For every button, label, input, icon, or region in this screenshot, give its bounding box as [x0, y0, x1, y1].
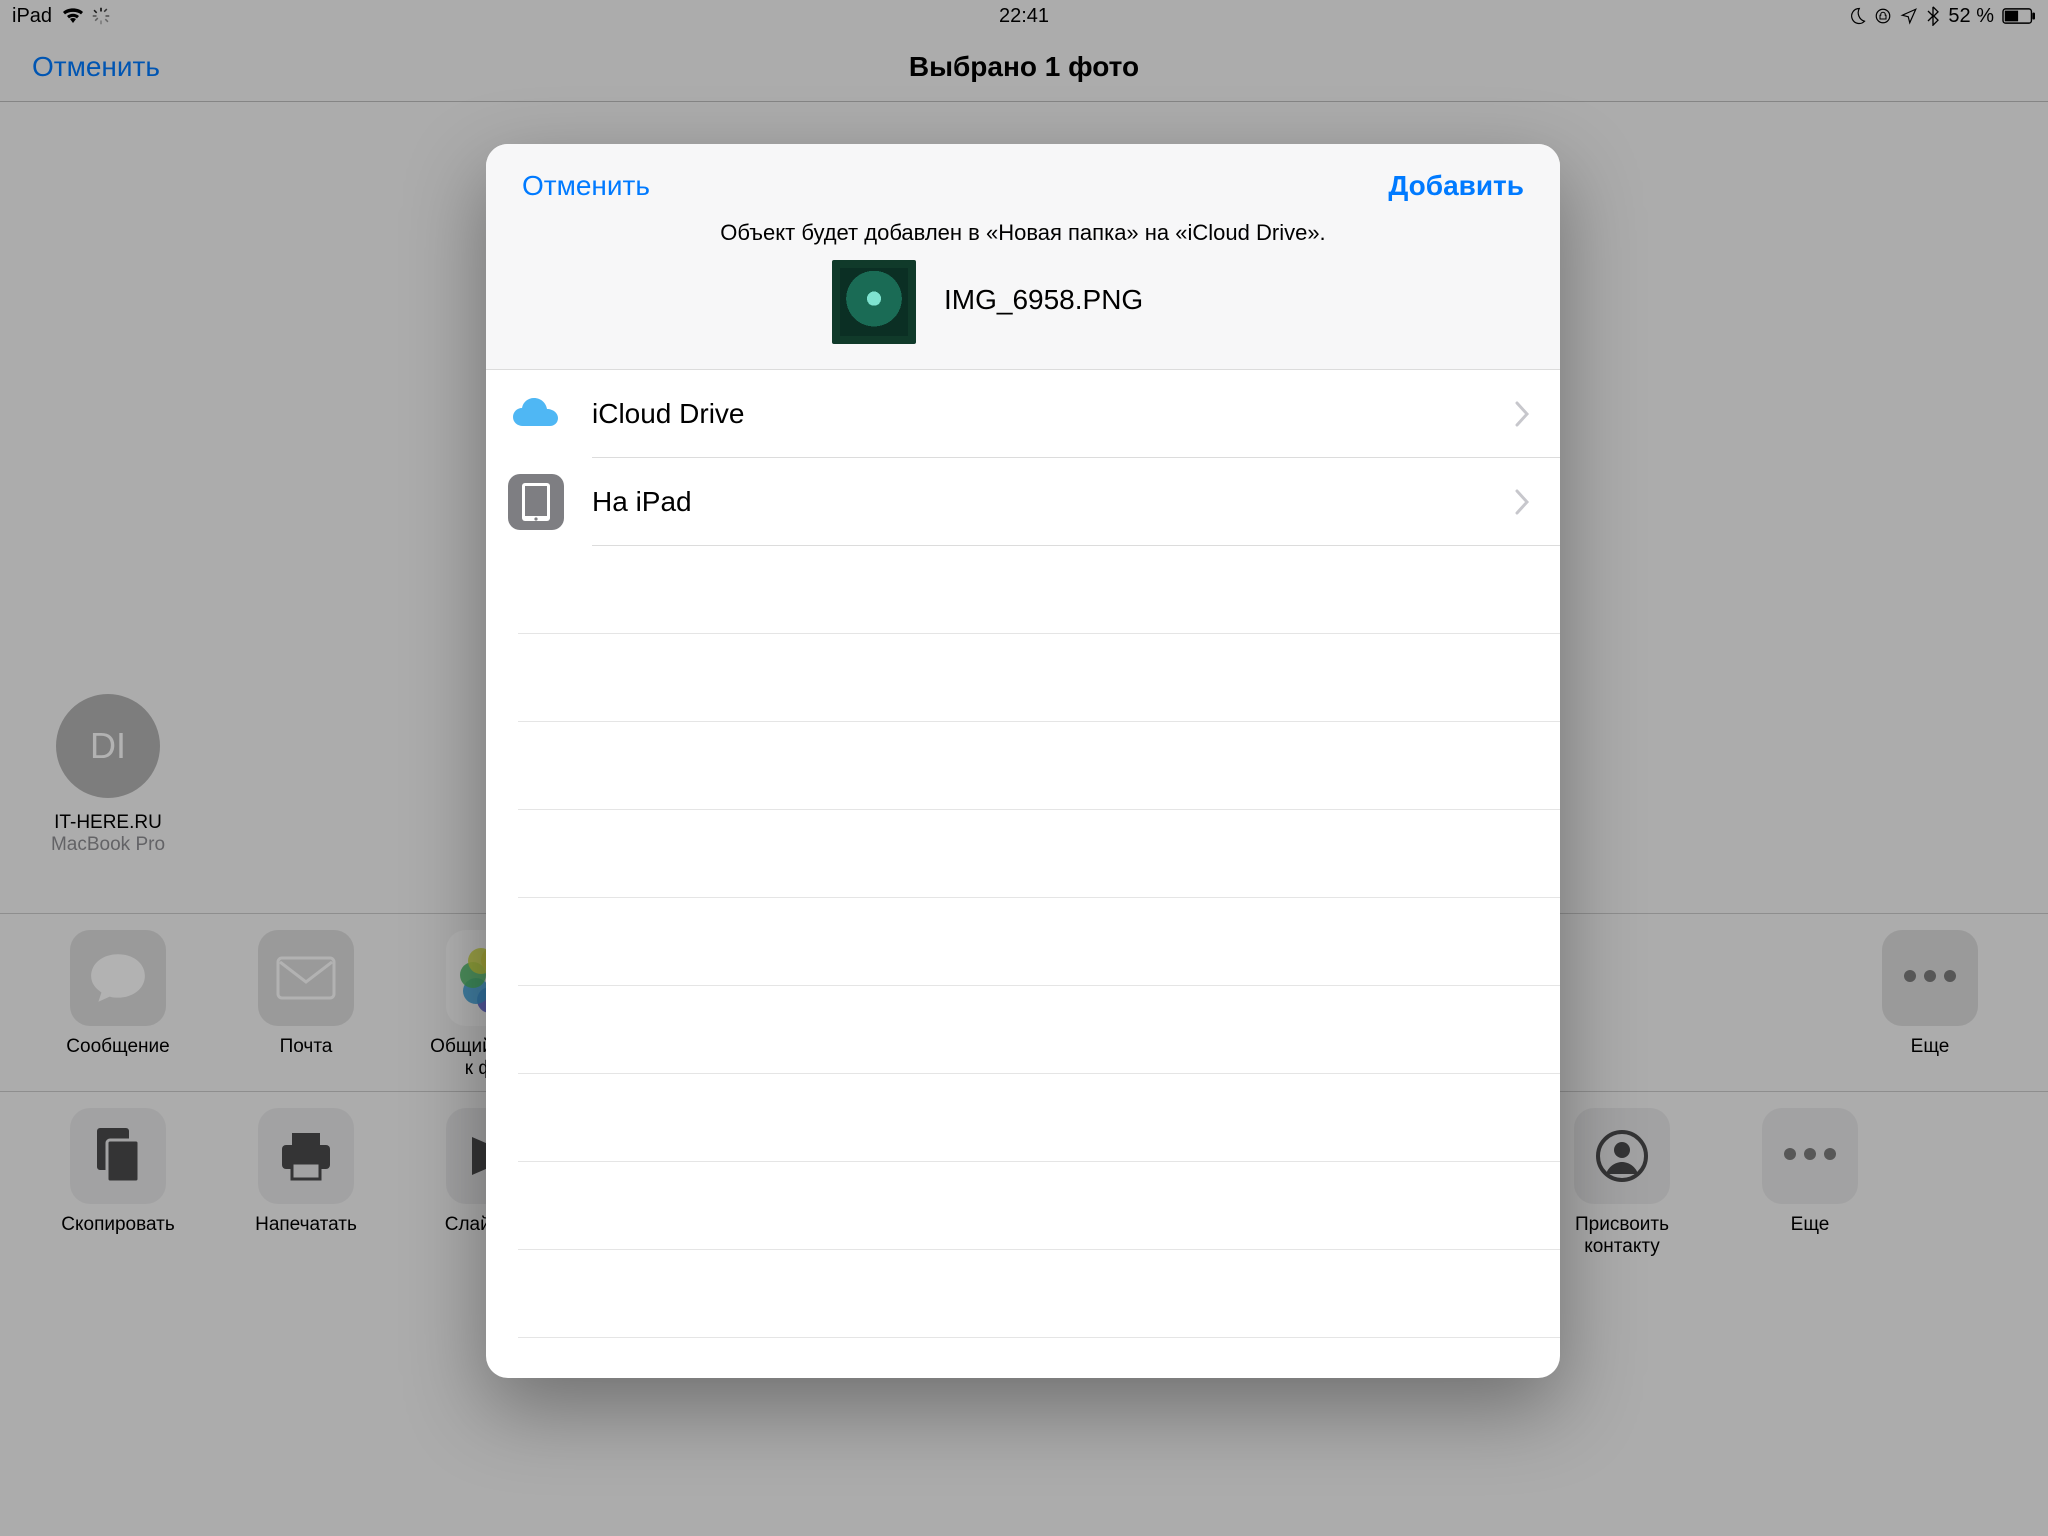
empty-rows [486, 546, 1560, 1338]
save-to-files-modal: Отменить Добавить Объект будет добавлен … [486, 144, 1560, 1378]
modal-header: Отменить Добавить Объект будет добавлен … [486, 144, 1560, 370]
ipad-icon [508, 474, 564, 530]
location-list: iCloud Drive На iPad [486, 370, 1560, 546]
location-label: На iPad [592, 486, 692, 518]
location-icloud-drive[interactable]: iCloud Drive [486, 370, 1560, 458]
icloud-icon [508, 386, 564, 442]
modal-subtitle: Объект будет добавлен в «Новая папка» на… [486, 220, 1560, 246]
modal-cancel-button[interactable]: Отменить [522, 170, 650, 202]
chevron-right-icon [1514, 401, 1530, 427]
location-label: iCloud Drive [592, 398, 745, 430]
file-thumbnail [832, 260, 916, 344]
chevron-right-icon [1514, 489, 1530, 515]
modal-add-button[interactable]: Добавить [1388, 170, 1524, 202]
file-name: IMG_6958.PNG [944, 284, 1143, 316]
location-on-ipad[interactable]: На iPad [486, 458, 1560, 546]
